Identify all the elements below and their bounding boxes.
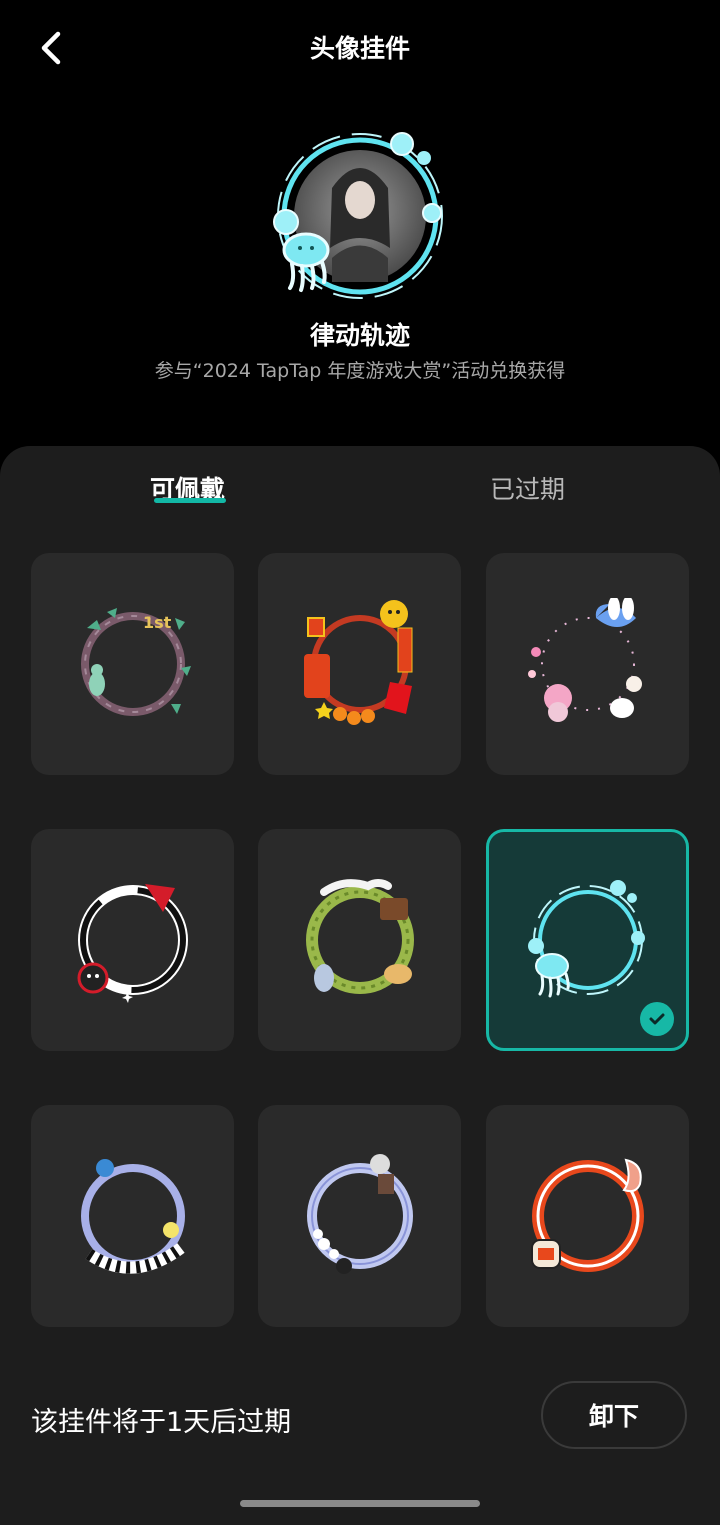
pendant-panel: 可佩戴 已过期 1st 该挂件将于1天后过期 卸下 [0,446,720,1525]
lavender-flower-frame-icon [307,1154,413,1274]
pendant-item[interactable] [31,1105,234,1327]
pendant-item[interactable]: 1st [31,553,234,775]
avatar-preview [262,118,458,314]
home-indicator[interactable] [240,1500,480,1507]
jellyfish-bubble-frame-icon [273,132,443,299]
jellyfish-bubble-frame-icon [528,880,645,998]
tab-expired[interactable]: 已过期 [490,470,565,506]
forest-wreath-frame-icon [306,879,414,994]
pendant-item[interactable] [258,829,461,1051]
active-tab-indicator [154,498,226,503]
zero-orange-ring-frame-icon [531,1158,644,1272]
pendant-name: 律动轨迹 [309,321,410,350]
black-white-ring-frame-icon [77,884,188,1003]
page-title: 头像挂件 [309,34,410,63]
piano-key-frame-icon [81,1159,185,1274]
svg-text:1st: 1st [143,613,172,632]
pendant-item[interactable] [258,553,461,775]
top-bar: 头像挂件 [0,0,720,96]
selected-check-icon [640,1002,674,1036]
bunny-bow-frame-icon [528,598,642,722]
pendant-item[interactable] [486,1105,689,1327]
unequip-button[interactable]: 卸下 [541,1381,687,1449]
new-year-firecracker-frame-icon [304,600,413,725]
pendant-description: 参与“2024 TapTap 年度游戏大赏”活动兑换获得 [154,360,566,382]
pendant-item[interactable] [486,553,689,775]
vine-wreath-frame-icon: 1st [81,608,191,716]
expiry-notice: 该挂件将于1天后过期 [31,1407,292,1438]
pendant-item-selected[interactable] [486,829,689,1051]
pendant-item[interactable] [31,829,234,1051]
pendant-item[interactable] [258,1105,461,1327]
